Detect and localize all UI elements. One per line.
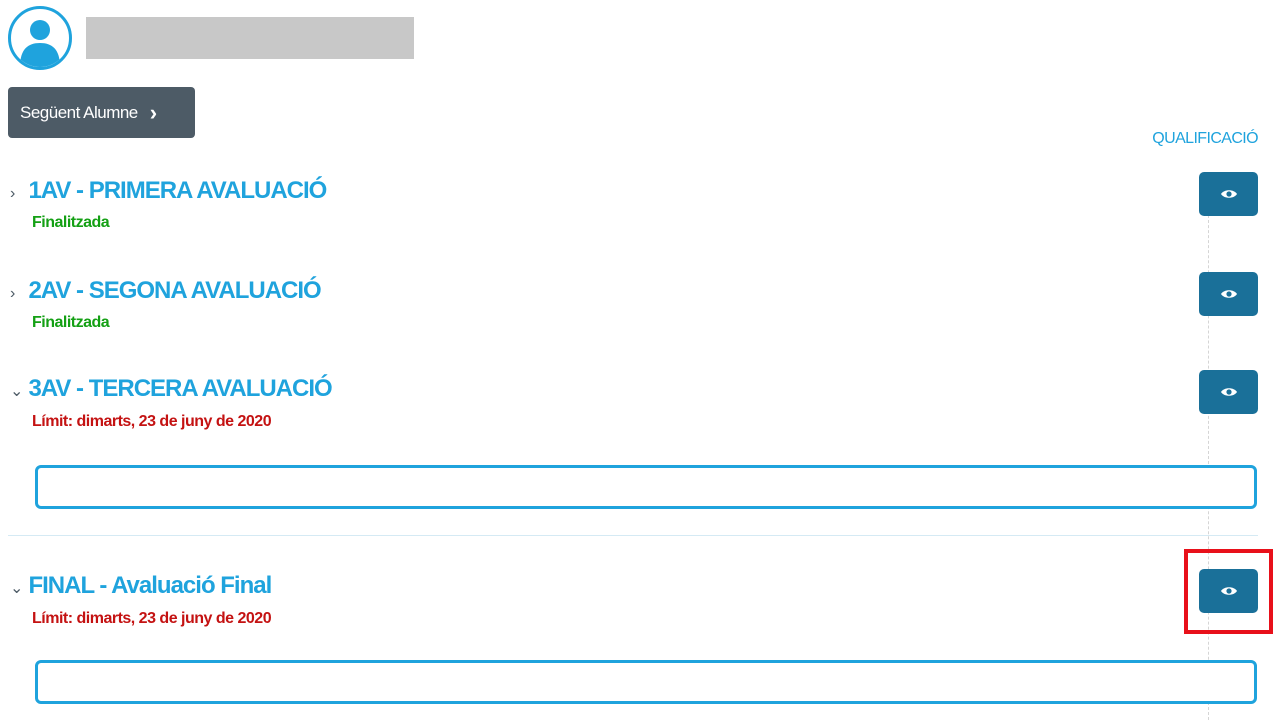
evaluation-deadline: Límit: dimarts, 23 de juny de 2020	[32, 610, 272, 627]
view-grade-button[interactable]	[1199, 272, 1258, 316]
evaluation-title[interactable]: FINAL - Avaluació Final	[28, 572, 272, 599]
chevron-right-icon[interactable]: ›	[10, 185, 24, 203]
evaluation-status: Finalitzada	[32, 214, 110, 231]
chevron-right-icon[interactable]: ›	[10, 285, 24, 303]
chevron-right-icon: ›	[149, 99, 157, 125]
next-student-button[interactable]: Següent Alumne ›	[8, 87, 195, 138]
evaluation-row[interactable]: › 2AV - SEGONA AVALUACIÓ	[10, 277, 322, 305]
eye-icon	[1220, 388, 1237, 396]
next-student-label: Següent Alumne	[20, 102, 138, 122]
chevron-down-icon[interactable]: ⌄	[10, 578, 24, 598]
evaluation-deadline: Límit: dimarts, 23 de juny de 2020	[32, 413, 272, 430]
section-divider	[8, 535, 1258, 536]
student-name-redacted	[86, 17, 414, 59]
evaluation-title[interactable]: 3AV - TERCERA AVALUACIÓ	[28, 375, 332, 402]
avatar	[8, 6, 72, 70]
evaluation-row[interactable]: ⌄ 3AV - TERCERA AVALUACIÓ	[10, 375, 333, 403]
highlight-box	[1184, 549, 1273, 634]
evaluation-title[interactable]: 1AV - PRIMERA AVALUACIÓ	[28, 177, 327, 204]
view-grade-button[interactable]	[1199, 172, 1258, 216]
evaluation-status: Finalitzada	[32, 314, 110, 331]
eye-icon	[1220, 290, 1237, 298]
comment-field[interactable]	[35, 660, 1257, 704]
view-grade-button[interactable]	[1199, 370, 1258, 414]
comment-field[interactable]	[35, 465, 1257, 509]
evaluation-title[interactable]: 2AV - SEGONA AVALUACIÓ	[28, 277, 321, 304]
eye-icon	[1220, 190, 1237, 198]
chevron-down-icon[interactable]: ⌄	[10, 381, 24, 401]
grade-column-header: QUALIFICACIÓ	[1152, 130, 1258, 147]
user-icon	[20, 20, 60, 67]
evaluation-row[interactable]: › 1AV - PRIMERA AVALUACIÓ	[10, 177, 327, 205]
evaluation-row[interactable]: ⌄ FINAL - Avaluació Final	[10, 572, 272, 600]
